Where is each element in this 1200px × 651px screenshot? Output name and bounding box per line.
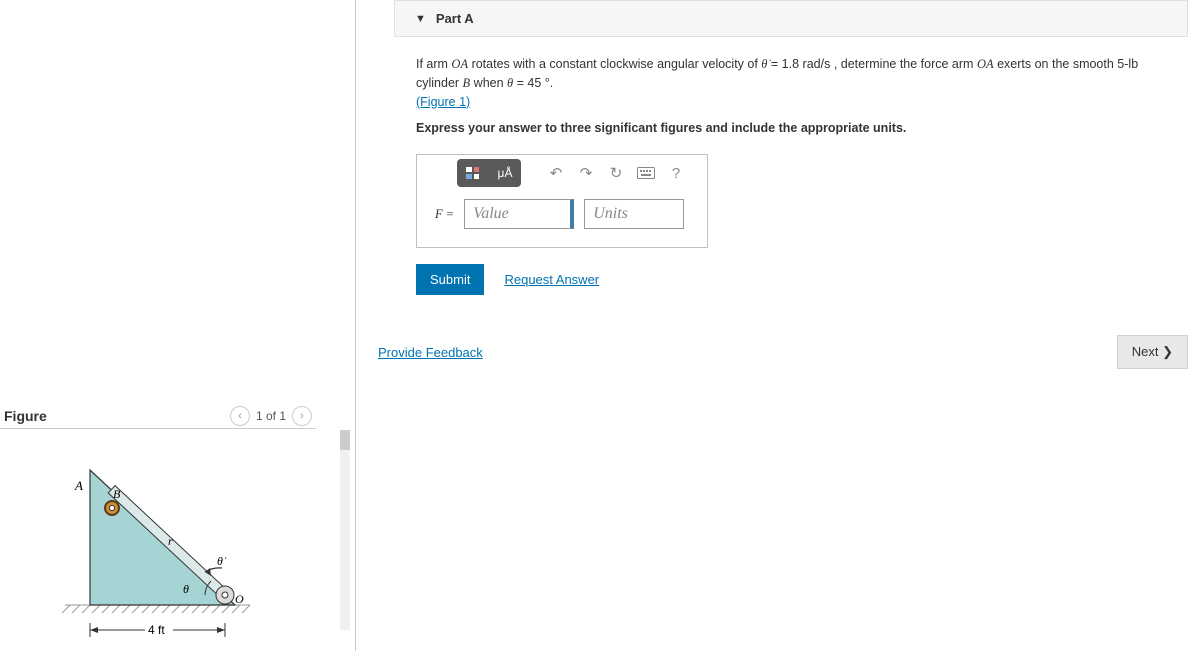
scrollbar-thumb[interactable] [340,430,350,450]
pager-prev-button[interactable]: ‹ [230,406,250,426]
special-chars-button[interactable]: μÅ [489,159,521,187]
submit-button[interactable]: Submit [416,264,484,295]
submit-row: Submit Request Answer [416,264,1180,295]
pager-next-button[interactable]: › [292,406,312,426]
figure-title: Figure [4,408,47,424]
figure-pager: ‹ 1 of 1 › [230,406,312,426]
left-scrollbar[interactable] [340,430,350,630]
keyboard-icon [637,167,655,179]
part-title: Part A [436,11,474,26]
dim-label: 4 ft [148,623,165,637]
reset-button[interactable]: ↻ [603,161,629,185]
value-input[interactable] [464,199,574,229]
help-button[interactable]: ? [663,161,689,185]
redo-button[interactable]: ↷ [573,161,599,185]
template-icon [465,166,481,180]
keyboard-button[interactable] [633,161,659,185]
request-answer-link[interactable]: Request Answer [504,270,599,290]
right-pane: ▼ Part A If arm OA rotates with a consta… [355,0,1200,651]
units-input[interactable] [584,199,684,229]
label-O: O [235,592,244,606]
feedback-row: Provide Feedback Next ❯ [378,335,1188,369]
instruction-text: Express your answer to three significant… [416,119,1180,138]
caret-down-icon: ▼ [415,13,426,25]
next-button[interactable]: Next ❯ [1117,335,1188,369]
part-body: If arm OA rotates with a constant clockw… [356,37,1200,295]
part-a-header[interactable]: ▼ Part A [394,0,1188,37]
template-button[interactable] [457,159,489,187]
answer-box: μÅ ↶ ↷ ↻ ? F = [416,154,708,248]
problem-text: If arm OA rotates with a constant clockw… [416,55,1180,111]
label-A: A [74,478,83,493]
label-B: B [113,487,121,501]
label-thetadot: θ̇ [217,554,227,568]
label-theta: θ [183,582,189,596]
pager-text: 1 of 1 [256,409,286,423]
figure-divider [0,428,316,429]
undo-button[interactable]: ↶ [543,161,569,185]
provide-feedback-link[interactable]: Provide Feedback [378,345,483,360]
figure-diagram: A B O r θ θ̇ 4 ft [50,450,290,650]
inputs-row: F = [417,191,707,247]
answer-toolbar: μÅ ↶ ↷ ↻ ? [417,155,707,191]
label-r: r [168,534,173,548]
variable-label: F = [435,205,454,224]
figure-link[interactable]: (Figure 1) [416,95,470,109]
left-pane: Figure ‹ 1 of 1 › [0,0,350,651]
